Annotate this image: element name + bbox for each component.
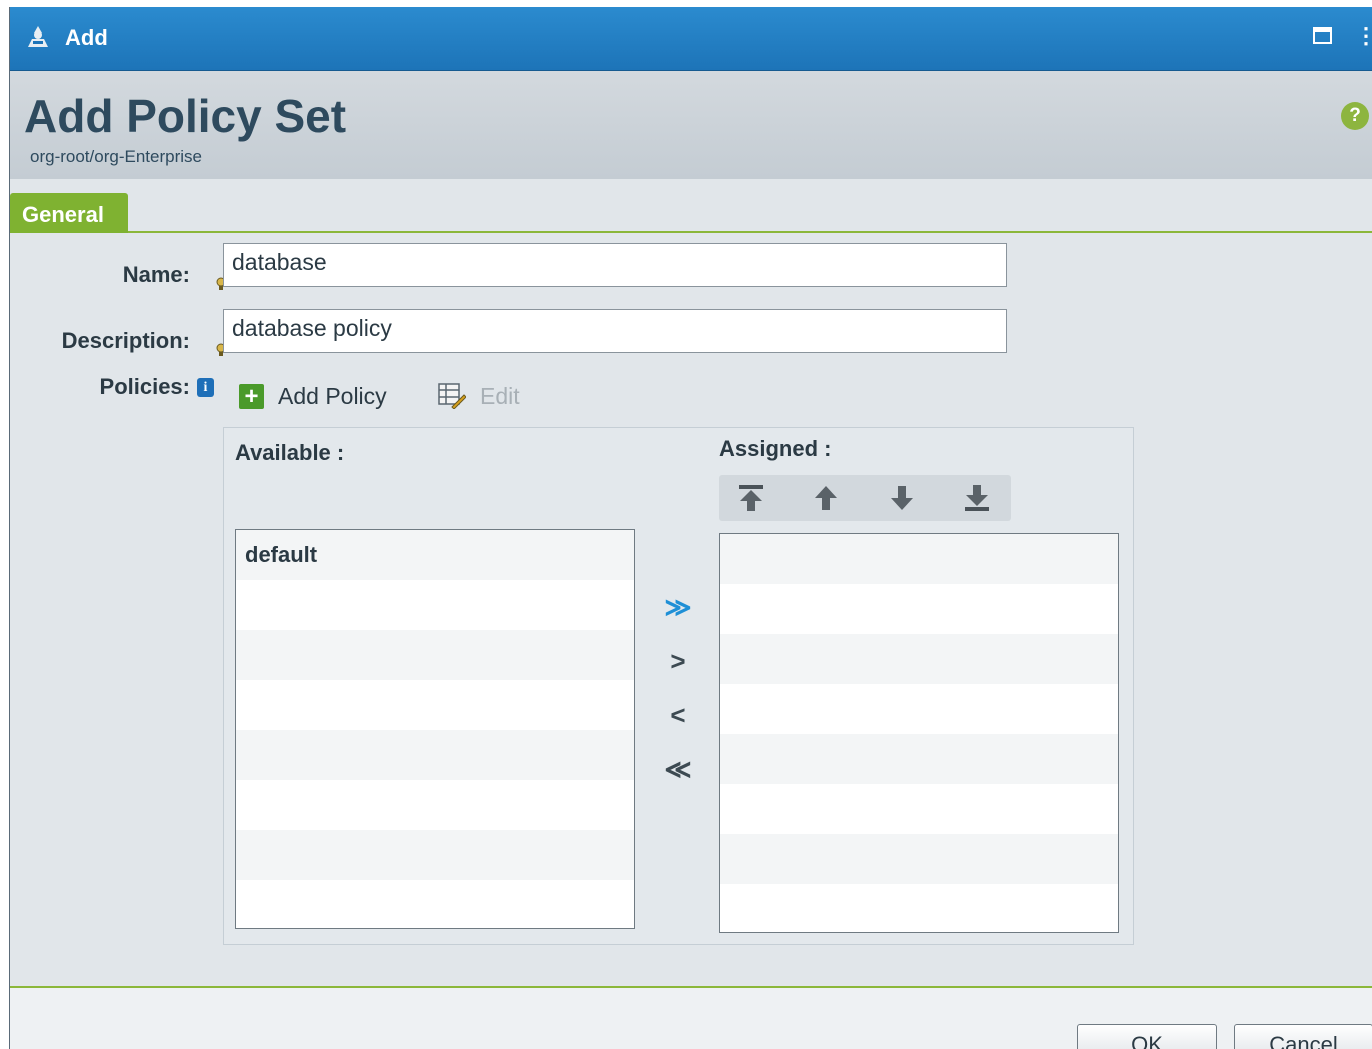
move-up-icon[interactable] — [809, 481, 843, 515]
available-label: Available : — [235, 440, 345, 465]
edit-label: Edit — [480, 382, 520, 409]
list-item — [236, 680, 634, 730]
policies-label: Policies: — [99, 374, 190, 399]
list-item — [236, 880, 634, 928]
breadcrumb: org-root/org-Enterprise — [30, 147, 202, 166]
move-bottom-icon[interactable] — [960, 481, 994, 515]
list-item — [720, 684, 1118, 734]
add-button[interactable]: > — [661, 644, 695, 678]
move-down-icon[interactable] — [885, 481, 919, 515]
assigned-label: Assigned : — [719, 436, 832, 461]
list-item — [720, 534, 1118, 584]
remove-all-button[interactable]: ≪ — [661, 752, 695, 786]
title-bar[interactable]: Add ⋮ — [10, 7, 1372, 71]
help-icon[interactable]: ? — [1341, 102, 1369, 130]
move-top-icon[interactable] — [734, 481, 768, 515]
policy-assignment-panel: Available : Assigned : default ≫ > < ≪ — [223, 427, 1134, 945]
dialog-header: Add Policy Set org-root/org-Enterprise ? — [10, 71, 1372, 179]
list-item[interactable]: default — [236, 530, 634, 580]
window-title: Add — [65, 25, 108, 50]
list-item — [720, 884, 1118, 932]
list-item — [236, 630, 634, 680]
edit-button[interactable]: Edit — [438, 381, 520, 411]
maximize-icon[interactable] — [1313, 27, 1332, 44]
assigned-list[interactable] — [719, 533, 1119, 933]
list-item — [236, 830, 634, 880]
tab-divider — [10, 231, 1372, 233]
add-policy-label: Add Policy — [278, 382, 387, 409]
more-icon[interactable]: ⋮ — [1355, 23, 1372, 49]
add-all-button[interactable]: ≫ — [661, 590, 695, 624]
cancel-button[interactable]: Cancel — [1234, 1024, 1372, 1049]
name-label: Name: — [122, 262, 190, 287]
edit-icon — [438, 383, 466, 409]
ok-button[interactable]: OK — [1077, 1024, 1217, 1049]
plus-icon: + — [239, 383, 264, 409]
list-item — [720, 584, 1118, 634]
list-item — [720, 634, 1118, 684]
description-label: Description: — [61, 328, 190, 353]
admin-user-icon — [28, 26, 48, 47]
available-list[interactable]: default — [235, 529, 635, 929]
tab-general[interactable]: General — [10, 193, 128, 233]
list-item — [720, 784, 1118, 834]
remove-button[interactable]: < — [661, 698, 695, 732]
add-dialog: Add ⋮ Add Policy Set org-root/org-Enterp… — [9, 7, 1372, 1049]
list-item — [720, 834, 1118, 884]
order-toolbar — [719, 475, 1011, 521]
list-item — [236, 730, 634, 780]
info-icon[interactable]: i — [197, 378, 214, 397]
list-item — [720, 734, 1118, 784]
dialog-footer: OK Cancel — [10, 988, 1372, 1049]
page-title: Add Policy Set — [24, 90, 347, 142]
list-item — [236, 780, 634, 830]
description-field[interactable]: database policy — [223, 309, 1007, 353]
name-field[interactable]: database — [223, 243, 1007, 287]
add-policy-button[interactable]: + Add Policy — [239, 381, 387, 411]
list-item — [236, 580, 634, 630]
